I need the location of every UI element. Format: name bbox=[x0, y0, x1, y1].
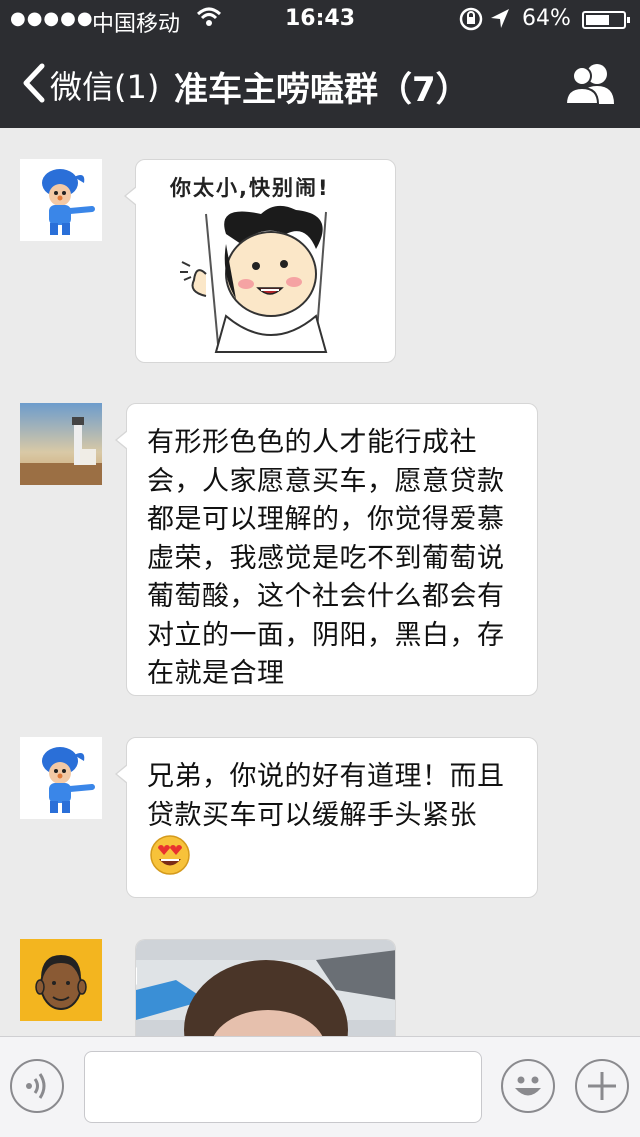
avatar[interactable] bbox=[20, 159, 102, 241]
message-line: 会，人家愿意买车，愿意贷款 bbox=[147, 465, 505, 497]
message-line: 有形形色色的人才能行成社 bbox=[147, 427, 477, 458]
message-line: 在就是合理 bbox=[147, 658, 285, 689]
back-button[interactable]: 微信(1) bbox=[50, 62, 159, 108]
message-input[interactable] bbox=[84, 1051, 482, 1123]
plus-icon bbox=[588, 1072, 616, 1100]
message-line: 对立的一面，阴阳，黑白，存 bbox=[147, 619, 505, 651]
smiley-icon bbox=[515, 1076, 541, 1096]
sticker-bubble[interactable]: 你太小,快别闹! bbox=[124, 159, 396, 363]
message-text: 兄弟，你说的好有道理！而且 贷款买车可以缓解手头紧张 bbox=[147, 758, 519, 835]
status-bar: ●●●●● 中国移动 16:43 64% bbox=[0, 0, 640, 40]
voice-icon bbox=[26, 1073, 46, 1099]
pocoyo-avatar-icon bbox=[20, 737, 102, 819]
nav-bar: 微信(1) 准车主唠嗑群（7） bbox=[0, 40, 640, 128]
lighthouse-avatar-icon bbox=[20, 403, 102, 485]
avatar[interactable] bbox=[20, 737, 102, 819]
message-line: 贷款买车可以缓解手头紧张 bbox=[147, 799, 477, 831]
group-members-icon[interactable] bbox=[562, 60, 618, 108]
battery-icon bbox=[582, 11, 630, 29]
funny-face-sticker bbox=[180, 205, 328, 353]
pocoyo-avatar-icon bbox=[20, 159, 102, 241]
emoji-button[interactable] bbox=[501, 1059, 555, 1113]
header: ●●●●● 中国移动 16:43 64% 微信(1) 准车主唠嗑群（7） bbox=[0, 0, 640, 128]
heart-eyes-emoji-icon bbox=[150, 835, 190, 875]
message-line: 都是可以理解的，你觉得爱慕 bbox=[147, 504, 505, 535]
chat-title: 准车主唠嗑群（7） bbox=[174, 70, 470, 110]
message-text: 有形形色色的人才能行成社 会，人家愿意买车，愿意贷款 都是可以理解的，你觉得爱慕… bbox=[147, 424, 519, 694]
avatar[interactable] bbox=[20, 403, 102, 485]
message-bubble[interactable]: 兄弟，你说的好有道理！而且 贷款买车可以缓解手头紧张 bbox=[115, 737, 538, 898]
message-line: 葡萄酸，这个社会什么都会有 bbox=[147, 581, 505, 612]
location-arrow-icon bbox=[488, 6, 512, 38]
message-line: 虚荣，我感觉是吃不到葡萄说 bbox=[147, 542, 505, 574]
message-bubble[interactable]: 有形形色色的人才能行成社 会，人家愿意买车，愿意贷款 都是可以理解的，你觉得爱慕… bbox=[115, 403, 538, 696]
input-bar bbox=[0, 1036, 640, 1137]
voice-button[interactable] bbox=[10, 1059, 64, 1113]
message-line: 兄弟，你说的好有道理！而且 bbox=[147, 761, 505, 792]
sticker-caption: 你太小,快别闹! bbox=[170, 176, 330, 200]
more-button[interactable] bbox=[575, 1059, 629, 1113]
rotation-lock-icon bbox=[458, 6, 484, 38]
cartoon-man-avatar-icon bbox=[20, 939, 102, 1021]
battery-percent: 64% bbox=[522, 6, 571, 31]
avatar[interactable] bbox=[20, 939, 102, 1021]
